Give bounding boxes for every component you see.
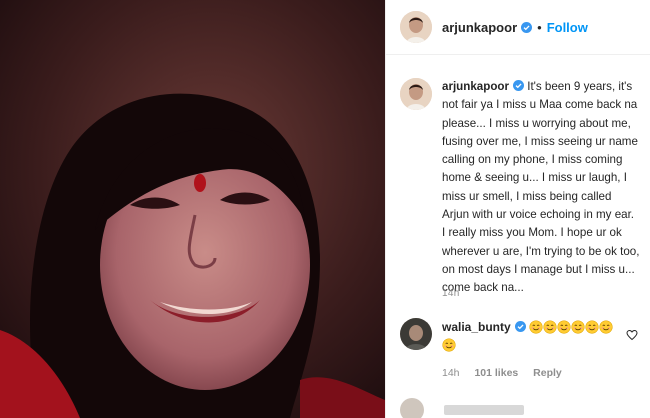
post-side-panel: arjunkapoor • Follow arjunkapoor It's be… (385, 0, 650, 418)
follow-button[interactable]: Follow (547, 20, 588, 35)
avatar[interactable] (400, 318, 432, 350)
smiling-face-emoji-icon (599, 320, 613, 334)
comment-meta: 14h 101 likes Reply (442, 367, 574, 379)
post-caption: arjunkapoor It's been 9 years, it's not … (400, 78, 640, 298)
post-photo[interactable] (0, 0, 385, 418)
verified-badge-icon (514, 321, 526, 332)
avatar[interactable] (400, 78, 432, 110)
comment-item: walia_bunty (400, 318, 645, 354)
comment-username[interactable]: walia_bunty (442, 320, 511, 334)
comment-username-placeholder (444, 405, 524, 415)
comment-likes-count[interactable]: 101 likes (474, 367, 518, 379)
separator-dot: • (537, 19, 542, 35)
post-author-username[interactable]: arjunkapoor (442, 20, 517, 35)
smiling-face-emoji-icon (442, 338, 456, 352)
avatar[interactable] (400, 11, 432, 43)
next-comment-partial (400, 398, 524, 418)
comment-timestamp[interactable]: 14h (442, 367, 460, 379)
smiling-face-emoji-icon (571, 320, 585, 334)
verified-badge-icon (521, 21, 533, 33)
like-heart-icon[interactable] (626, 329, 638, 341)
smiling-face-emoji-icon (529, 320, 543, 334)
post-header: arjunkapoor • Follow (386, 0, 650, 55)
comment-text-block: walia_bunty (442, 318, 627, 354)
caption-text: It's been 9 years, it's not fair ya I mi… (442, 80, 640, 295)
caption-username[interactable]: arjunkapoor (442, 80, 509, 93)
verified-badge-icon (513, 80, 524, 91)
smiling-face-emoji-icon (585, 320, 599, 334)
avatar[interactable] (400, 398, 424, 418)
caption-text-block: arjunkapoor It's been 9 years, it's not … (442, 78, 640, 298)
smiling-face-emoji-icon (557, 320, 571, 334)
smiling-face-emoji-icon (543, 320, 557, 334)
post-timestamp[interactable]: 14h (442, 288, 460, 299)
reply-button[interactable]: Reply (533, 367, 562, 379)
